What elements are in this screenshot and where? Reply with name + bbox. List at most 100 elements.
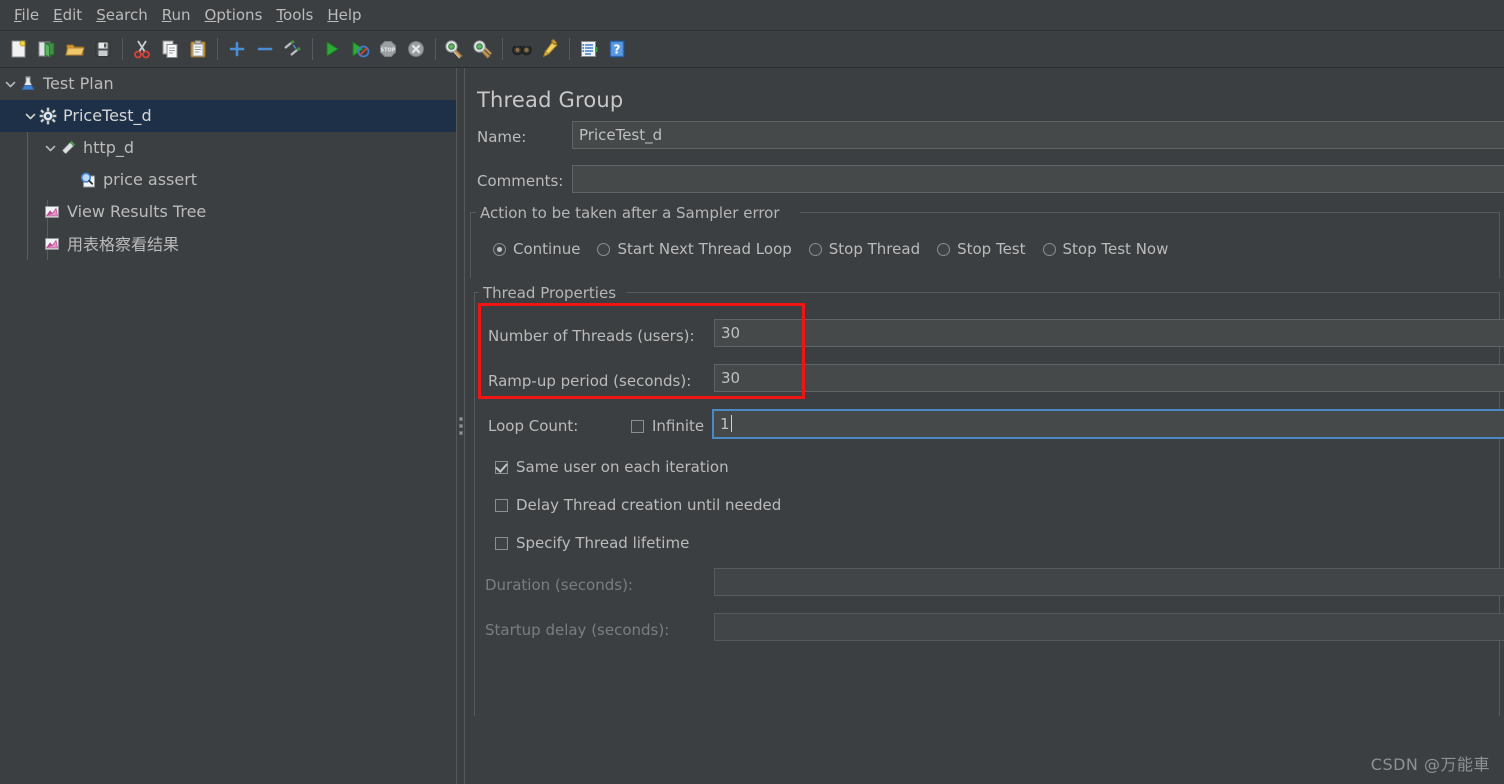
test-plan-icon (18, 74, 38, 94)
tree-item-test-plan[interactable]: Test Plan (0, 68, 456, 100)
svg-text:?: ? (614, 43, 621, 57)
chevron-down-icon[interactable] (2, 68, 18, 100)
toolbar-paste-button[interactable] (185, 35, 211, 63)
cut-icon (134, 40, 150, 59)
loop-count-label: Loop Count: (488, 417, 579, 435)
toolbar-start-no-pauses-button[interactable] (347, 35, 373, 63)
tree-item-assertion[interactable]: price assert (0, 164, 456, 196)
groupbox-border-right (1499, 212, 1500, 278)
text-caret (730, 415, 732, 432)
menu-search[interactable]: Search (89, 4, 155, 26)
toolbar-stop-button[interactable]: STOP (375, 35, 401, 63)
loop-count-value: 1 (720, 414, 730, 433)
toolbar-help-button[interactable]: ? (604, 35, 630, 63)
ramp-up-period-label: Ramp-up period (seconds): (488, 372, 692, 390)
toolbar-clear-all-button[interactable] (470, 35, 496, 63)
menu-tools[interactable]: Tools (269, 4, 320, 26)
menu-run-label: un (171, 6, 191, 24)
comments-input[interactable] (572, 165, 1504, 193)
loop-count-input[interactable]: 1 (712, 409, 1504, 439)
toolbar-start-button[interactable] (319, 35, 345, 63)
radio-stop-thread-indicator[interactable] (808, 242, 822, 256)
tree-item-thread-group[interactable]: PriceTest_d (0, 100, 456, 132)
menu-edit[interactable]: Edit (46, 4, 89, 26)
tree-item-table-results[interactable]: 用表格察看结果 (0, 228, 456, 260)
name-input[interactable]: PriceTest_d (572, 121, 1504, 149)
radio-stop-test-label: Stop Test (957, 240, 1026, 258)
copy-icon (162, 40, 178, 58)
menu-file-mnemonic: F (14, 6, 22, 24)
ramp-up-period-value: 30 (721, 368, 741, 387)
radio-start-next-thread-loop-indicator[interactable] (597, 242, 611, 256)
tree-item-label: PriceTest_d (63, 105, 152, 125)
tree-item-label: Test Plan (43, 73, 114, 93)
radio-continue[interactable]: Continue (493, 240, 580, 258)
listener-icon (42, 234, 62, 254)
delay-thread-checkbox[interactable] (495, 498, 508, 512)
svg-text:STOP: STOP (381, 47, 396, 53)
save-icon (95, 41, 111, 57)
toolbar-templates-button[interactable] (34, 35, 60, 63)
toolbar-clear-button[interactable] (442, 35, 468, 63)
menu-file[interactable]: File (7, 4, 46, 26)
tree-item-label: 用表格察看结果 (67, 235, 180, 254)
menu-help[interactable]: Help (320, 4, 368, 26)
same-user-checkbox-row[interactable]: Same user on each iteration (495, 458, 729, 476)
toolbar-new-button[interactable] (6, 35, 32, 63)
infinite-checkbox[interactable] (631, 419, 644, 433)
toolbar-cut-button[interactable] (129, 35, 155, 63)
radio-start-next-thread-loop[interactable]: Start Next Thread Loop (597, 240, 792, 258)
sampler-error-group-title: Action to be taken after a Sampler error (476, 204, 784, 222)
menu-search-label: earch (105, 6, 148, 24)
radio-stop-thread[interactable]: Stop Thread (808, 240, 920, 258)
toolbar-collapse-all-button[interactable] (252, 35, 278, 63)
radio-stop-test-now[interactable]: Stop Test Now (1042, 240, 1168, 258)
startup-delay-input[interactable] (714, 613, 1504, 641)
toolbar-open-button[interactable] (62, 35, 88, 63)
tree-item-label: http_d (83, 137, 134, 157)
toolbar-function-helper-button[interactable] (576, 35, 602, 63)
chevron-down-icon[interactable] (42, 132, 58, 164)
radio-stop-test[interactable]: Stop Test (937, 240, 1026, 258)
radio-continue-indicator[interactable] (493, 242, 506, 256)
toolbar-toggle-button[interactable] (280, 35, 306, 63)
toolbar-search-button[interactable] (509, 35, 535, 63)
test-plan-tree[interactable]: Test Plan PriceTest_d http_d price asser… (0, 68, 456, 784)
sampler-error-radio-group[interactable]: Continue Start Next Thread Loop Stop Thr… (493, 240, 1185, 258)
tree-item-view-results-tree[interactable]: View Results Tree (0, 196, 456, 228)
infinite-checkbox-row[interactable]: Infinite (631, 417, 704, 435)
shutdown-icon (408, 41, 424, 57)
chevron-down-icon[interactable] (22, 100, 38, 132)
groupbox-border-left (470, 212, 471, 278)
expand-all-icon (229, 41, 245, 57)
tree-item-label: price assert (103, 169, 198, 189)
specify-lifetime-checkbox[interactable] (495, 536, 508, 550)
name-input-value: PriceTest_d (579, 125, 663, 144)
tree-item-http-sampler[interactable]: http_d (0, 132, 456, 164)
number-of-threads-input[interactable]: 30 (714, 319, 1504, 347)
thread-group-icon (38, 106, 58, 126)
toolbar-separator (122, 38, 123, 60)
same-user-checkbox[interactable] (495, 460, 508, 474)
menu-edit-mnemonic: E (53, 6, 63, 24)
toolbar-shutdown-button[interactable] (403, 35, 429, 63)
menu-run[interactable]: Run (155, 4, 198, 26)
ramp-up-period-input[interactable]: 30 (714, 364, 1504, 392)
toolbar-copy-button[interactable] (157, 35, 183, 63)
radio-stop-test-indicator[interactable] (937, 242, 951, 256)
radio-stop-test-now-indicator[interactable] (1042, 242, 1056, 256)
toolbar-expand-all-button[interactable] (224, 35, 250, 63)
thread-group-panel: Thread Group Name: PriceTest_d Comments:… (466, 68, 1504, 784)
groupbox-border-top-right (626, 292, 1500, 293)
delay-thread-checkbox-row[interactable]: Delay Thread creation until needed (495, 496, 781, 514)
start-icon (326, 41, 339, 57)
specify-lifetime-label: Specify Thread lifetime (516, 534, 690, 552)
thread-properties-group-title: Thread Properties (479, 284, 621, 302)
panel-splitter[interactable] (456, 68, 465, 784)
specify-lifetime-checkbox-row[interactable]: Specify Thread lifetime (495, 534, 689, 552)
toolbar-search-reset-button[interactable] (537, 35, 563, 63)
duration-input[interactable] (714, 568, 1504, 596)
toolbar-save-button[interactable] (90, 35, 116, 63)
page-title: Thread Group (477, 88, 624, 112)
menu-options[interactable]: Options (198, 4, 270, 26)
